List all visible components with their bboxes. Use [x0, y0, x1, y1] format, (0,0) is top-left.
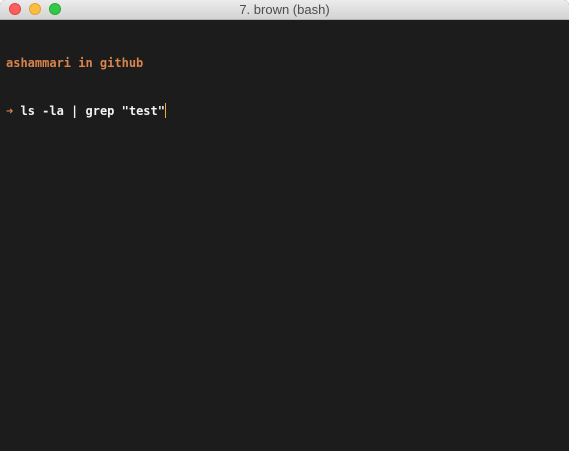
text-cursor [164, 103, 166, 118]
title-bar[interactable]: 7. brown (bash) [0, 0, 569, 20]
prompt-arrow-icon: ➜ [6, 104, 14, 118]
window-title: 7. brown (bash) [239, 2, 330, 17]
terminal-content[interactable]: ashammari in github ➜ ls -la | grep "tes… [6, 23, 563, 451]
command-input[interactable]: ls -la | grep "test" [20, 104, 165, 118]
prompt-context: ashammari in github [6, 56, 144, 70]
terminal-window: 7. brown (bash) ashammari in github ➜ ls… [0, 0, 569, 451]
command-line[interactable]: ➜ ls -la | grep "test" [6, 103, 563, 119]
